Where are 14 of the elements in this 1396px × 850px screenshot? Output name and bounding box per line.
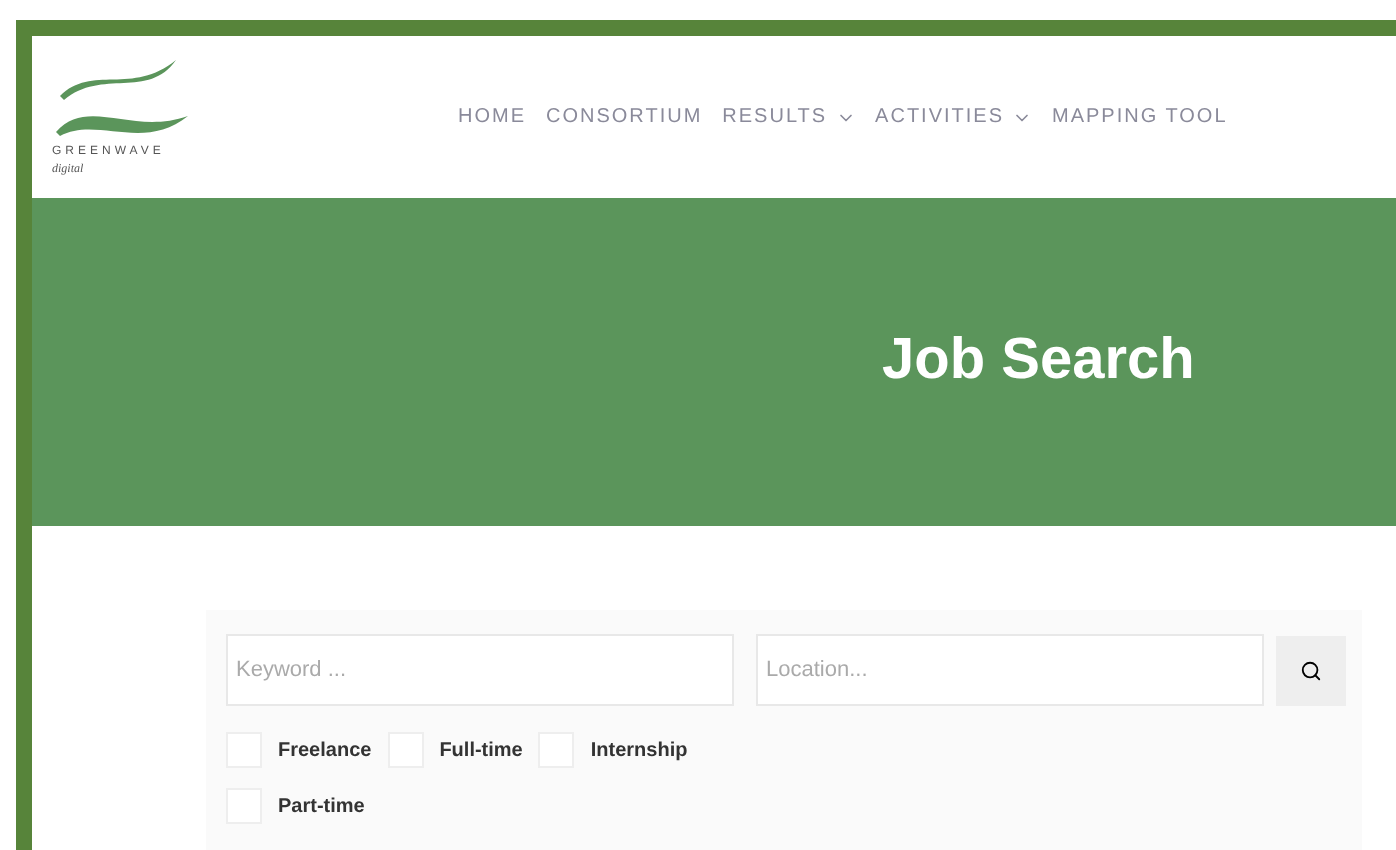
- location-field[interactable]: Location...: [756, 634, 1264, 706]
- checkbox-label: Internship: [590, 737, 688, 765]
- nav-link[interactable]: RESULTS: [722, 102, 856, 132]
- checkbox-label: Freelance: [278, 737, 372, 765]
- keyword-field[interactable]: Keyword ...: [226, 634, 734, 706]
- banner-title: Job Search: [882, 326, 1195, 397]
- checkbox-label: Full-time: [439, 737, 523, 765]
- search-icon: [1300, 659, 1322, 681]
- search-button[interactable]: [1276, 635, 1346, 705]
- checkbox-label: Part-time: [278, 793, 365, 821]
- nav-link[interactable]: ACTIVITIES: [875, 102, 1032, 132]
- nav-link[interactable]: HOME: [458, 102, 526, 132]
- nav-link[interactable]: MAPPING TOOL: [1052, 102, 1228, 132]
- nav-link[interactable]: CONSORTIUM: [546, 102, 703, 132]
